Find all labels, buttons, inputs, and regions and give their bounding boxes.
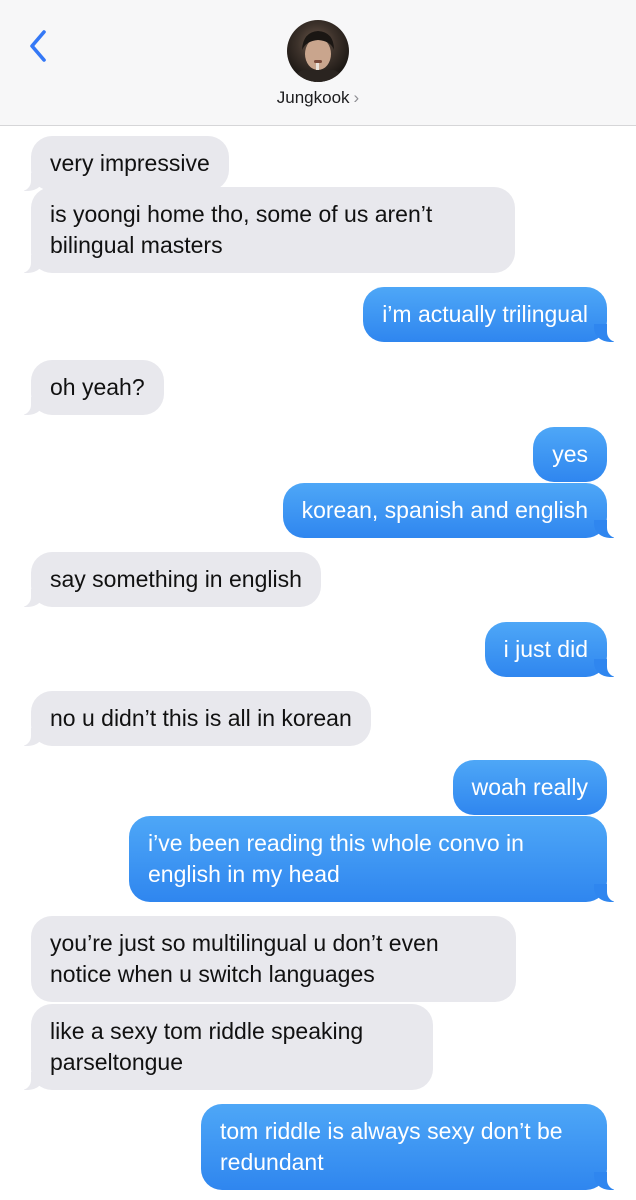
message-incoming[interactable]: is yoongi home tho, some of us aren’t bi… <box>21 187 515 273</box>
contact-name-button[interactable]: Jungkook › <box>0 88 636 108</box>
avatar-photo <box>291 31 345 82</box>
message-incoming[interactable]: very impressive <box>21 136 229 191</box>
chevron-right-icon: › <box>353 88 360 107</box>
message-outgoing[interactable]: i just did <box>484 622 618 677</box>
message-incoming[interactable]: no u didn’t this is all in korean <box>21 691 371 746</box>
message-outgoing[interactable]: i’ve been reading this whole convo in en… <box>129 816 617 902</box>
message-incoming[interactable]: oh yeah? <box>21 360 164 415</box>
contact-avatar[interactable] <box>287 20 349 82</box>
message-thread[interactable]: very impressive is yoongi home tho, some… <box>0 126 636 1200</box>
message-outgoing[interactable]: korean, spanish and english <box>282 483 618 538</box>
message-outgoing[interactable]: yes <box>533 427 607 482</box>
message-outgoing[interactable]: tom riddle is always sexy don’t be redun… <box>201 1104 617 1190</box>
contact-name: Jungkook <box>276 88 350 107</box>
message-outgoing[interactable]: i’m actually trilingual <box>363 287 617 342</box>
conversation-header: Jungkook › <box>0 0 636 126</box>
chevron-left-icon <box>30 30 46 62</box>
message-outgoing[interactable]: woah really <box>452 760 607 815</box>
message-incoming[interactable]: like a sexy tom riddle speaking parselto… <box>21 1004 433 1090</box>
message-incoming[interactable]: say something in english <box>21 552 321 607</box>
message-incoming[interactable]: you’re just so multilingual u don’t even… <box>31 916 516 1002</box>
back-button[interactable] <box>22 26 58 66</box>
